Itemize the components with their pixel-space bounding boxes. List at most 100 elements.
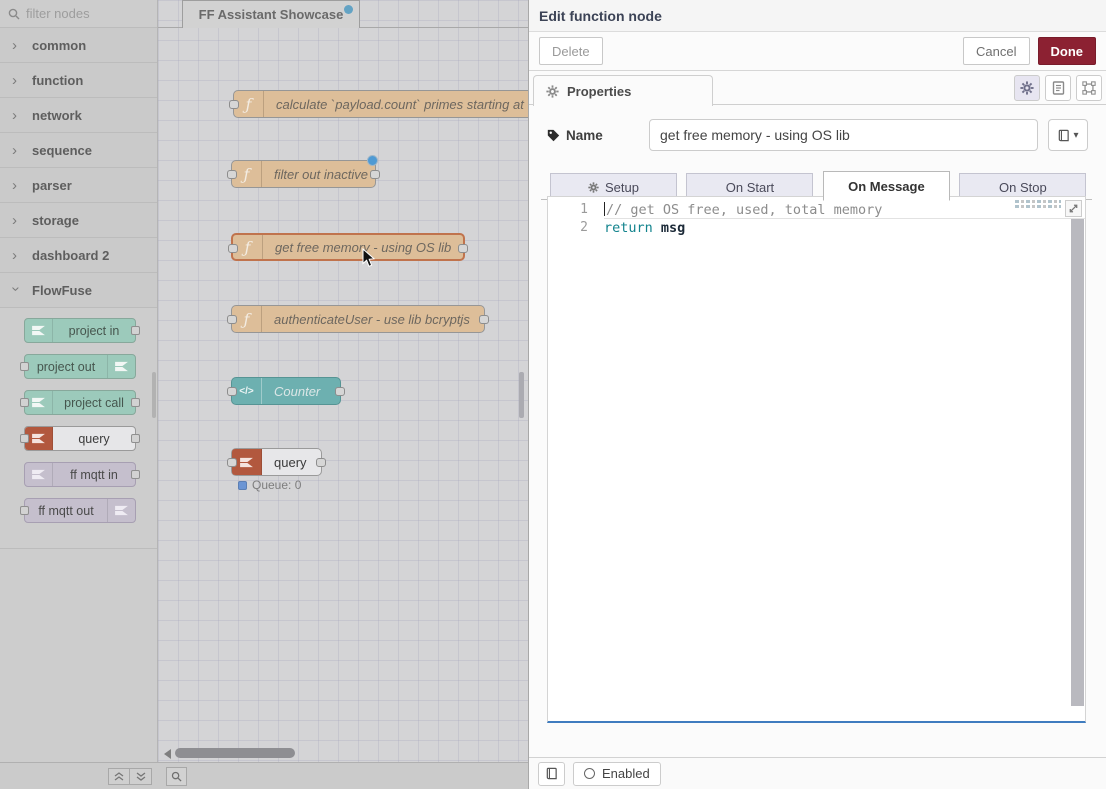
editor-expand-button[interactable] bbox=[1065, 200, 1082, 217]
hscroll-left-arrow[interactable] bbox=[164, 749, 171, 759]
palette-scrollbar[interactable] bbox=[152, 372, 156, 418]
code-keyword: return bbox=[604, 220, 653, 236]
chevron-down-icon: › bbox=[9, 286, 24, 294]
properties-gear-button[interactable] bbox=[1014, 75, 1040, 101]
code-line-1[interactable]: 1 // get OS free, used, total memory bbox=[548, 201, 1085, 219]
node-output-port[interactable] bbox=[131, 434, 140, 443]
node-output-port[interactable] bbox=[131, 470, 140, 479]
flow-node-counter[interactable]: </> Counter bbox=[231, 377, 341, 405]
palette-footer bbox=[0, 762, 158, 789]
node-output-port[interactable] bbox=[458, 244, 468, 253]
name-label: Name bbox=[547, 128, 639, 143]
node-output-port[interactable] bbox=[335, 387, 345, 396]
palette-node-project-call[interactable]: project call bbox=[24, 390, 136, 415]
tab-label: On Message bbox=[848, 179, 925, 194]
tray-toolbar: Delete Cancel Done bbox=[529, 32, 1106, 71]
node-palette: › common › function › network › sequence… bbox=[0, 0, 158, 789]
node-input-port[interactable] bbox=[20, 434, 29, 443]
palette-category-dashboard-2[interactable]: › dashboard 2 bbox=[0, 238, 157, 273]
node-input-port[interactable] bbox=[227, 315, 237, 324]
status-text: Queue: 0 bbox=[252, 478, 301, 492]
palette-node-query[interactable]: query bbox=[24, 426, 136, 451]
palette-node-project-out[interactable]: project out bbox=[24, 354, 136, 379]
node-input-port[interactable] bbox=[227, 387, 237, 396]
palette-node-ff-mqtt-in[interactable]: ff mqtt in bbox=[24, 462, 136, 487]
node-output-port[interactable] bbox=[370, 170, 380, 179]
node-output-port[interactable] bbox=[316, 458, 326, 467]
horizontal-scrollbar[interactable] bbox=[175, 748, 295, 758]
chevron-right-icon: › bbox=[12, 178, 20, 193]
tray-footer: Enabled bbox=[529, 757, 1106, 789]
flowfuse-logo-icon bbox=[25, 463, 53, 486]
tray-header: Edit function node bbox=[529, 0, 1106, 32]
unsaved-changes-dot bbox=[344, 5, 353, 14]
line-number: 2 bbox=[548, 219, 604, 237]
node-input-port[interactable] bbox=[227, 170, 237, 179]
palette-search-input[interactable] bbox=[26, 6, 136, 21]
flow-node-filter-out-inactive[interactable]: ƒ filter out inactive bbox=[231, 160, 376, 188]
enabled-toggle-button[interactable]: Enabled bbox=[573, 762, 661, 786]
code-editor[interactable]: 1 // get OS free, used, total memory 2 r… bbox=[547, 196, 1086, 723]
tab-properties[interactable]: Properties bbox=[533, 75, 713, 106]
flow-node-calculate-primes[interactable]: ƒ calculate `payload.count` primes start… bbox=[233, 90, 528, 118]
node-input-port[interactable] bbox=[227, 458, 237, 467]
category-label: storage bbox=[32, 213, 79, 228]
node-input-port[interactable] bbox=[20, 362, 29, 371]
palette-category-sequence[interactable]: › sequence bbox=[0, 133, 157, 168]
palette-category-common[interactable]: › common bbox=[0, 28, 157, 63]
description-doc-button[interactable] bbox=[1045, 75, 1071, 101]
category-label: parser bbox=[32, 178, 72, 193]
node-output-port[interactable] bbox=[131, 326, 140, 335]
palette-node-label: project in bbox=[53, 324, 135, 338]
palette-node-label: ff mqtt in bbox=[53, 468, 135, 482]
flow-node-authenticate-user[interactable]: ƒ authenticateUser - use lib bcryptjs bbox=[231, 305, 485, 333]
category-label: dashboard 2 bbox=[32, 248, 109, 263]
node-input-port[interactable] bbox=[228, 244, 238, 253]
category-label: network bbox=[32, 108, 82, 123]
workspace-tab[interactable]: FF Assistant Showcase bbox=[182, 0, 360, 28]
palette-search[interactable] bbox=[0, 0, 157, 28]
flowfuse-logo-icon bbox=[107, 355, 135, 378]
vertical-scrollbar[interactable] bbox=[519, 372, 524, 418]
palette-category-function[interactable]: › function bbox=[0, 63, 157, 98]
node-red-editor: › common › function › network › sequence… bbox=[0, 0, 1106, 789]
book-icon bbox=[545, 767, 558, 780]
code-line-2[interactable]: 2 return msg bbox=[548, 219, 1085, 237]
chevron-right-icon: › bbox=[12, 213, 20, 228]
expand-all-button[interactable] bbox=[130, 768, 152, 785]
name-input[interactable] bbox=[649, 119, 1038, 151]
book-icon bbox=[1057, 129, 1070, 142]
cancel-button[interactable]: Cancel bbox=[963, 37, 1029, 65]
palette-category-flowfuse[interactable]: › FlowFuse bbox=[0, 273, 157, 308]
palette-category-network[interactable]: › network bbox=[0, 98, 157, 133]
palette-node-project-in[interactable]: project in bbox=[24, 318, 136, 343]
editor-scrollbar[interactable] bbox=[1071, 219, 1084, 706]
done-button[interactable]: Done bbox=[1038, 37, 1097, 65]
tray-title: Edit function node bbox=[539, 8, 662, 24]
search-flows-button[interactable] bbox=[166, 767, 187, 786]
node-status: Queue: 0 bbox=[238, 478, 301, 492]
node-input-port[interactable] bbox=[20, 398, 29, 407]
palette-node-label: project out bbox=[25, 360, 107, 374]
node-input-port[interactable] bbox=[20, 506, 29, 515]
flow-canvas[interactable]: FF Assistant Showcase ƒ calculate `paylo… bbox=[158, 0, 528, 762]
palette-category-storage[interactable]: › storage bbox=[0, 203, 157, 238]
palette-node-ff-mqtt-out[interactable]: ff mqtt out bbox=[24, 498, 136, 523]
mouse-cursor bbox=[362, 248, 376, 268]
node-output-port[interactable] bbox=[479, 315, 489, 324]
library-button[interactable] bbox=[538, 762, 565, 786]
editor-minimap[interactable] bbox=[1015, 200, 1061, 210]
flow-node-get-free-memory[interactable]: ƒ get free memory - using OS lib bbox=[231, 233, 465, 261]
flowfuse-node-list: project in project out project call bbox=[0, 308, 157, 549]
collapse-all-button[interactable] bbox=[108, 768, 130, 785]
node-changed-dot bbox=[367, 155, 378, 166]
palette-node-label: query bbox=[53, 432, 135, 446]
node-output-port[interactable] bbox=[131, 398, 140, 407]
palette-category-parser[interactable]: › parser bbox=[0, 168, 157, 203]
appearance-button[interactable] bbox=[1076, 75, 1102, 101]
delete-button[interactable]: Delete bbox=[539, 37, 603, 65]
library-menu-button[interactable]: ▾ bbox=[1048, 119, 1088, 151]
node-input-port[interactable] bbox=[229, 100, 239, 109]
tab-on-message[interactable]: On Message bbox=[823, 171, 950, 201]
flow-node-query[interactable]: query bbox=[231, 448, 322, 476]
